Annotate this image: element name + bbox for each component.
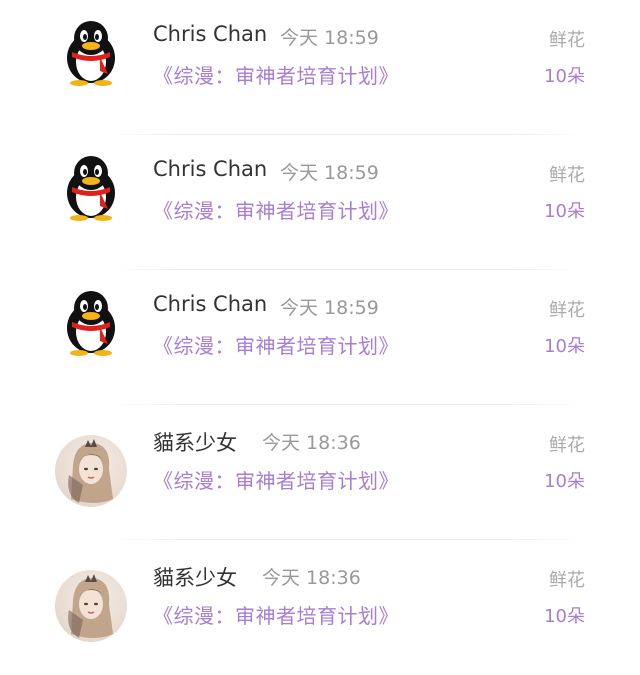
gift-type: 鲜花: [549, 570, 585, 591]
gift-record-row[interactable]: Chris Chan 今天 18:59 《综漫：审神者培育计划》 鲜花 10朵: [0, 270, 640, 405]
gift-type: 鲜花: [549, 435, 585, 456]
book-title-link[interactable]: 《综漫：审神者培育计划》: [153, 465, 399, 494]
qq-penguin-icon[interactable]: [62, 20, 120, 86]
user-name[interactable]: 貓系少女: [153, 427, 237, 457]
user-name[interactable]: Chris Chan: [153, 22, 267, 46]
qq-penguin-icon[interactable]: [62, 155, 120, 221]
gift-time: 今天 18:36: [262, 432, 361, 454]
gift-record-row[interactable]: 貓系少女 今天 18:36 《综漫：审神者培育计划》 鲜花 10朵: [0, 540, 640, 675]
gift-time: 今天 18:59: [280, 297, 379, 319]
gift-count: 10朵: [544, 471, 585, 492]
gift-record-row[interactable]: Chris Chan 今天 18:59 《综漫：审神者培育计划》 鲜花 10朵: [0, 135, 640, 270]
gift-record-row[interactable]: Chris Chan 今天 18:59 《综漫：审神者培育计划》 鲜花 10朵: [0, 0, 640, 135]
book-title-link[interactable]: 《综漫：审神者培育计划》: [153, 330, 399, 359]
gift-count: 10朵: [544, 606, 585, 627]
book-title-link[interactable]: 《综漫：审神者培育计划》: [153, 195, 399, 224]
gift-record-row[interactable]: 貓系少女 今天 18:36 《综漫：审神者培育计划》 鲜花 10朵: [0, 405, 640, 540]
book-title-link[interactable]: 《综漫：审神者培育计划》: [153, 600, 399, 629]
gift-count: 10朵: [544, 201, 585, 222]
qq-penguin-icon[interactable]: [62, 290, 120, 356]
gift-time: 今天 18:59: [280, 27, 379, 49]
gift-type: 鲜花: [549, 300, 585, 321]
gift-time: 今天 18:36: [262, 567, 361, 589]
user-name[interactable]: 貓系少女: [153, 562, 237, 592]
gift-type: 鲜花: [549, 30, 585, 51]
user-name[interactable]: Chris Chan: [153, 157, 267, 181]
illustrated-girl-avatar[interactable]: [55, 570, 127, 642]
gift-record-list: Chris Chan 今天 18:59 《综漫：审神者培育计划》 鲜花 10朵: [0, 0, 640, 648]
gift-count: 10朵: [544, 336, 585, 357]
gift-type: 鲜花: [549, 165, 585, 186]
user-name[interactable]: Chris Chan: [153, 292, 267, 316]
illustrated-girl-avatar[interactable]: [55, 435, 127, 507]
book-title-link[interactable]: 《综漫：审神者培育计划》: [153, 60, 399, 89]
gift-time: 今天 18:59: [280, 162, 379, 184]
gift-count: 10朵: [544, 66, 585, 87]
